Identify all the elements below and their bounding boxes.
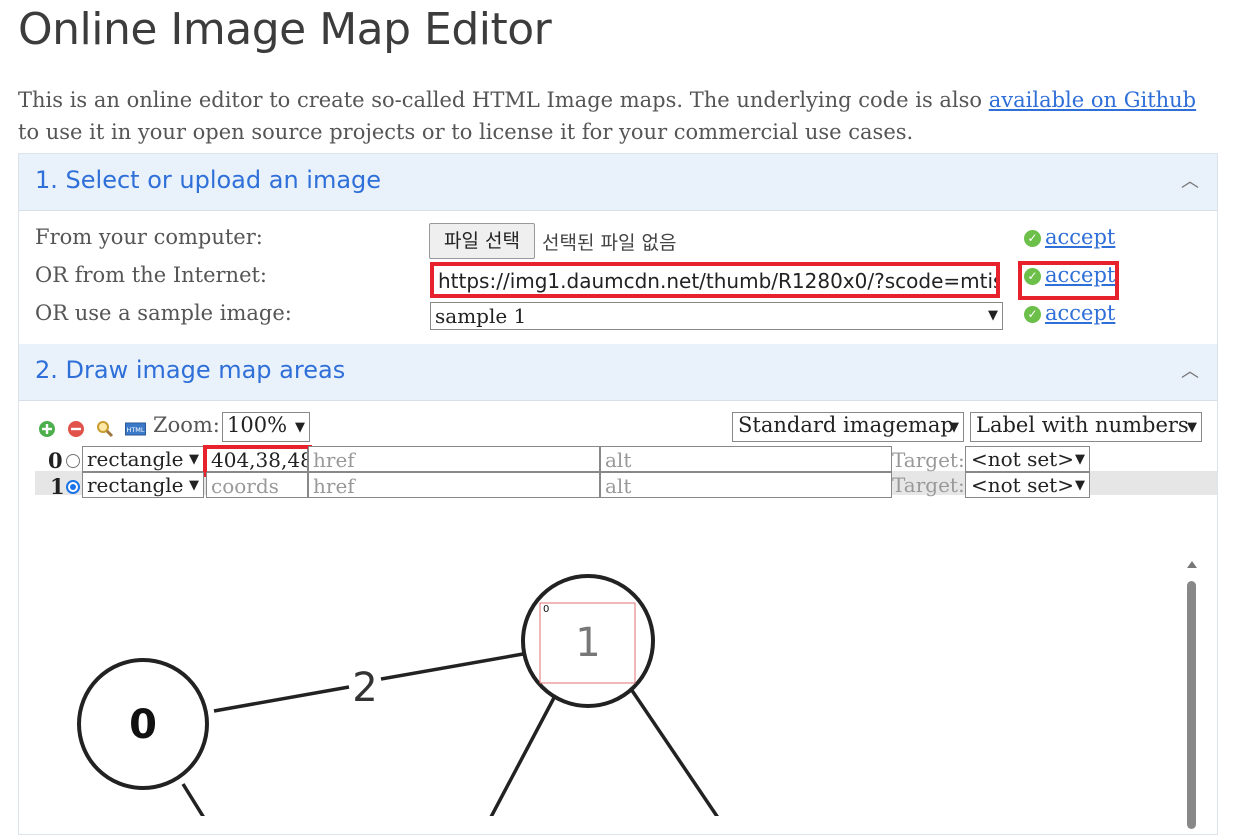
sample-label: OR use a sample image: xyxy=(35,301,292,325)
section1-header[interactable]: 1. Select or upload an image ︿ xyxy=(19,154,1217,211)
chevron-down-icon: ▼ xyxy=(1075,478,1085,493)
chevron-up-icon[interactable]: ︿ xyxy=(1181,357,1199,383)
chevron-down-icon: ▼ xyxy=(988,308,998,323)
area-row-1-target-select[interactable]: <not set> ▼ xyxy=(965,472,1090,498)
svg-text:HTML: HTML xyxy=(126,426,144,434)
internet-label: OR from the Internet: xyxy=(35,263,268,287)
section2-title: 2. Draw image map areas xyxy=(35,356,346,384)
add-area-icon[interactable] xyxy=(38,420,56,438)
section2-header[interactable]: 2. Draw image map areas ︿ xyxy=(19,344,1217,401)
editor-panel: 1. Select or upload an image ︿ From your… xyxy=(18,153,1218,835)
label-mode-value: Label with numbers xyxy=(976,413,1189,437)
magnifier-icon[interactable] xyxy=(96,420,114,438)
map-type-select[interactable]: Standard imagemap ▼ xyxy=(732,412,964,442)
area-row-1-coords-input[interactable]: coords xyxy=(206,472,308,498)
chevron-down-icon: ▼ xyxy=(189,478,199,493)
intro-after: to use it in your open source projects o… xyxy=(18,120,914,144)
area-row-1-shape-select[interactable]: rectangle ▼ xyxy=(82,472,204,498)
check-icon: ✓ xyxy=(1024,230,1041,247)
graph-edge xyxy=(213,685,350,713)
graph-edge xyxy=(489,693,558,816)
sample-select[interactable]: sample 1 ▼ xyxy=(430,302,1003,330)
area-row-1-target-label: Target: xyxy=(892,473,965,497)
chevron-up-icon[interactable]: ︿ xyxy=(1181,167,1199,193)
file-choose-button[interactable]: 파일 선택 xyxy=(429,223,535,259)
chevron-down-icon: ▼ xyxy=(1075,452,1085,467)
area-row-0-target: <not set> xyxy=(971,447,1074,471)
scrollbar-thumb[interactable] xyxy=(1187,581,1196,829)
area-row-0-radio[interactable] xyxy=(66,454,80,468)
canvas-scrollbar[interactable] xyxy=(1187,559,1197,829)
map-type-value: Standard imagemap xyxy=(738,413,954,437)
area-row-0-target-label: Target: xyxy=(892,448,965,472)
area-row-1-index: 1 xyxy=(50,474,65,499)
area-row-0-shape: rectangle xyxy=(87,447,184,471)
scroll-up-arrow-icon[interactable] xyxy=(1187,561,1197,568)
node-1-label: 1 xyxy=(575,620,600,666)
chevron-down-icon: ▼ xyxy=(949,420,959,435)
graph-edge xyxy=(629,688,719,816)
github-link[interactable]: available on Github xyxy=(989,88,1196,112)
area-row-1-alt-input[interactable]: alt xyxy=(600,472,892,498)
area-row-1-shape: rectangle xyxy=(87,473,184,497)
area-row-1-radio[interactable] xyxy=(66,480,80,494)
accept-url-link[interactable]: accept xyxy=(1045,263,1115,287)
area-row-0-alt-input[interactable]: alt xyxy=(600,446,892,472)
accept-url: ✓ accept xyxy=(1024,263,1115,287)
from-computer-label: From your computer: xyxy=(35,225,263,249)
area-row-1-href-input[interactable]: href xyxy=(308,472,600,498)
page-title: Online Image Map Editor xyxy=(18,4,552,55)
edge-label: 2 xyxy=(352,665,377,711)
url-input[interactable]: https://img1.daumcdn.net/thumb/R1280x0/?… xyxy=(430,262,1000,298)
area-row-0-target-select[interactable]: <not set> ▼ xyxy=(965,446,1090,472)
chevron-down-icon: ▼ xyxy=(1187,420,1197,435)
chevron-down-icon: ▼ xyxy=(189,452,199,467)
graph-edge xyxy=(380,652,524,681)
accept-sample-link[interactable]: accept xyxy=(1045,301,1115,325)
html-code-icon[interactable]: HTML xyxy=(125,420,146,438)
remove-area-icon[interactable] xyxy=(67,420,85,438)
no-file-text: 선택된 파일 없음 xyxy=(542,232,677,254)
area-row-1-target: <not set> xyxy=(971,473,1074,497)
check-icon: ✓ xyxy=(1024,306,1041,323)
label-mode-select[interactable]: Label with numbers ▼ xyxy=(970,412,1202,442)
sample-select-value: sample 1 xyxy=(435,304,527,328)
accept-file-link[interactable]: accept xyxy=(1045,225,1115,249)
section1-title: 1. Select or upload an image xyxy=(35,166,382,194)
zoom-label: Zoom: xyxy=(153,413,220,437)
area-row-0-shape-select[interactable]: rectangle ▼ xyxy=(82,446,204,472)
check-icon: ✓ xyxy=(1024,268,1041,285)
zoom-select[interactable]: 100% ▼ xyxy=(222,412,310,442)
area-row-0-href-input[interactable]: href xyxy=(308,446,600,472)
area-row-0-index: 0 xyxy=(48,448,63,473)
area-number-label: 0 xyxy=(543,604,549,615)
intro-before: This is an online editor to create so-ca… xyxy=(18,88,989,112)
zoom-value: 100% xyxy=(227,413,288,437)
intro-text: This is an online editor to create so-ca… xyxy=(18,84,1218,148)
image-canvas[interactable]: 2 0 1 0 xyxy=(19,554,1179,816)
accept-file: ✓ accept xyxy=(1024,225,1115,249)
accept-sample: ✓ accept xyxy=(1024,301,1115,325)
graph-edge xyxy=(181,783,205,816)
chevron-down-icon: ▼ xyxy=(295,420,305,435)
node-0-label: 0 xyxy=(129,702,157,748)
